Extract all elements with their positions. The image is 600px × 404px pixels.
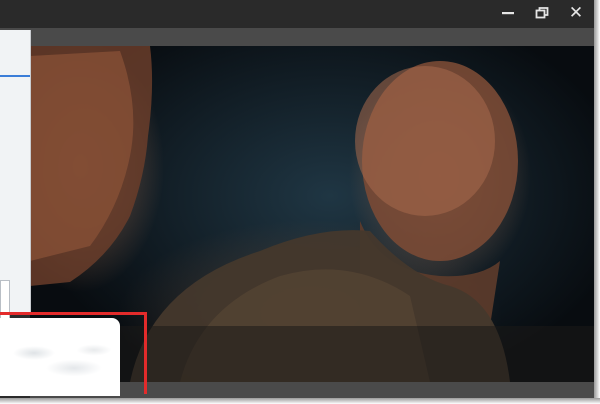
window-shadow-bottom	[0, 398, 600, 404]
restore-icon	[535, 7, 549, 19]
window-shadow-right	[594, 0, 600, 404]
close-icon: ✕	[568, 3, 584, 23]
minimize-button[interactable]	[493, 2, 523, 24]
redaction-scribble	[4, 338, 114, 386]
toolbar-strip	[0, 28, 600, 46]
panel-accent-line	[0, 75, 30, 77]
title-bar: ✕	[0, 0, 600, 28]
side-panel	[0, 30, 31, 337]
restore-button[interactable]	[527, 2, 557, 24]
redacted-region	[0, 318, 120, 396]
close-button[interactable]: ✕	[561, 2, 591, 24]
minimize-icon	[502, 12, 514, 15]
